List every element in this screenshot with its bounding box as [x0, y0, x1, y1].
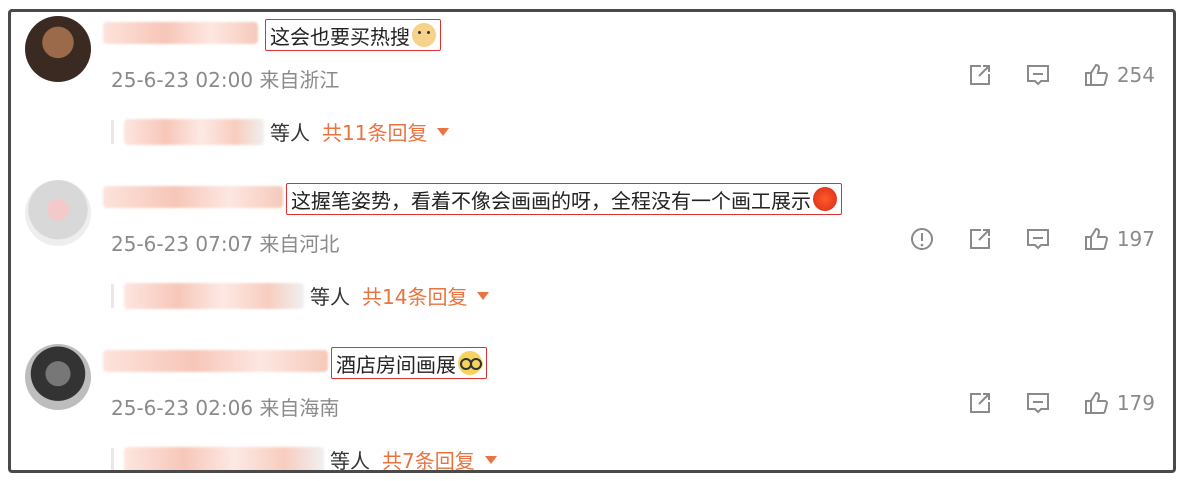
reply-users-blurred: [124, 446, 324, 470]
glasses-emoji-icon: [458, 351, 482, 375]
comment-button[interactable]: [1025, 390, 1051, 416]
replies-row[interactable]: 等人 共7条回复: [111, 445, 497, 473]
caret-down-icon: [437, 127, 450, 136]
comment-location: 来自海南: [259, 396, 340, 420]
angry-emoji-icon: [813, 187, 837, 211]
caret-down-icon: [484, 455, 497, 464]
share-icon: [969, 65, 990, 85]
share-button[interactable]: [967, 62, 993, 88]
comment-meta: 25-6-23 02:00 来自浙江: [111, 64, 339, 93]
reply-count-link[interactable]: 共7条回复: [382, 445, 497, 473]
comment-button[interactable]: [1025, 226, 1051, 252]
avatar[interactable]: [25, 344, 91, 410]
like-button[interactable]: 179: [1083, 390, 1155, 416]
comment-meta: 25-6-23 07:07 来自河北: [111, 228, 339, 257]
username-blurred[interactable]: [103, 22, 258, 44]
replies-row[interactable]: 等人 共11条回复: [111, 117, 450, 146]
comment-date: 25-6-23 02:06: [111, 396, 254, 420]
comment-item: 这握笔姿势，看着不像会画画的呀，全程没有一个画工展示 25-6-23 07:07…: [11, 176, 1173, 340]
reply-count-link[interactable]: 共14条回复: [362, 281, 490, 310]
share-icon: [969, 393, 990, 413]
username-blurred[interactable]: [103, 186, 283, 208]
avatar[interactable]: [25, 16, 91, 82]
comment-actions: 197: [877, 226, 1155, 252]
share-button[interactable]: [967, 226, 993, 252]
reply-users-blurred: [124, 282, 304, 309]
thumbs-up-icon: [1084, 63, 1108, 86]
comment-item: 这会也要买热搜 25-6-23 02:00 来自浙江 254 等人 共11条回复: [11, 12, 1173, 176]
reply-users-suffix: 等人: [310, 285, 350, 309]
reply-count-link[interactable]: 共11条回复: [322, 117, 450, 146]
comment-text: 酒店房间画展: [336, 352, 456, 377]
comment-button[interactable]: [1025, 62, 1051, 88]
comment-meta: 25-6-23 02:06 来自海南: [111, 392, 339, 421]
thumbs-up-icon: [1084, 391, 1108, 414]
comment-location: 来自浙江: [259, 68, 340, 92]
doge-emoji-icon: [412, 23, 436, 47]
reply-users-suffix: 等人: [270, 121, 310, 145]
comment-content-box: 这会也要买热搜: [265, 19, 441, 51]
replies-row[interactable]: 等人 共14条回复: [111, 281, 490, 310]
report-icon: [910, 228, 933, 250]
comment-list: 这会也要买热搜 25-6-23 02:00 来自浙江 254 等人 共11条回复…: [8, 9, 1176, 473]
like-count: 254: [1116, 63, 1155, 87]
avatar[interactable]: [25, 180, 91, 246]
like-button[interactable]: 197: [1083, 226, 1155, 252]
comment-text: 这握笔姿势，看着不像会画画的呀，全程没有一个画工展示: [291, 188, 811, 213]
like-button[interactable]: 254: [1083, 62, 1155, 88]
comment-content-box: 酒店房间画展: [331, 347, 487, 379]
caret-down-icon: [477, 291, 490, 300]
thumbs-up-icon: [1084, 227, 1108, 250]
like-count: 179: [1116, 391, 1155, 415]
comment-text: 这会也要买热搜: [270, 24, 410, 49]
comment-content-box: 这握笔姿势，看着不像会画画的呀，全程没有一个画工展示: [286, 183, 842, 215]
comment-icon: [1026, 229, 1049, 250]
reply-count-label: 共7条回复: [382, 449, 475, 473]
comment-location: 来自河北: [259, 232, 340, 256]
comment-date: 25-6-23 07:07: [111, 232, 254, 256]
username-blurred[interactable]: [103, 350, 328, 372]
reply-count-label: 共14条回复: [362, 285, 468, 309]
comment-actions: 254: [935, 62, 1155, 88]
reply-users-blurred: [124, 118, 264, 145]
reply-users-suffix: 等人: [330, 449, 370, 473]
reply-divider: [111, 447, 114, 470]
comment-item: 酒店房间画展 25-6-23 02:06 来自海南 179 等人 共7条回复: [11, 340, 1173, 473]
comment-icon: [1026, 393, 1049, 414]
comment-date: 25-6-23 02:00: [111, 68, 254, 92]
share-icon: [969, 229, 990, 249]
like-count: 197: [1116, 227, 1155, 251]
report-button[interactable]: [909, 226, 935, 252]
share-button[interactable]: [967, 390, 993, 416]
comment-actions: 179: [935, 390, 1155, 416]
comment-icon: [1026, 65, 1049, 86]
reply-count-label: 共11条回复: [322, 121, 428, 145]
reply-divider: [111, 119, 114, 144]
reply-divider: [111, 283, 114, 308]
